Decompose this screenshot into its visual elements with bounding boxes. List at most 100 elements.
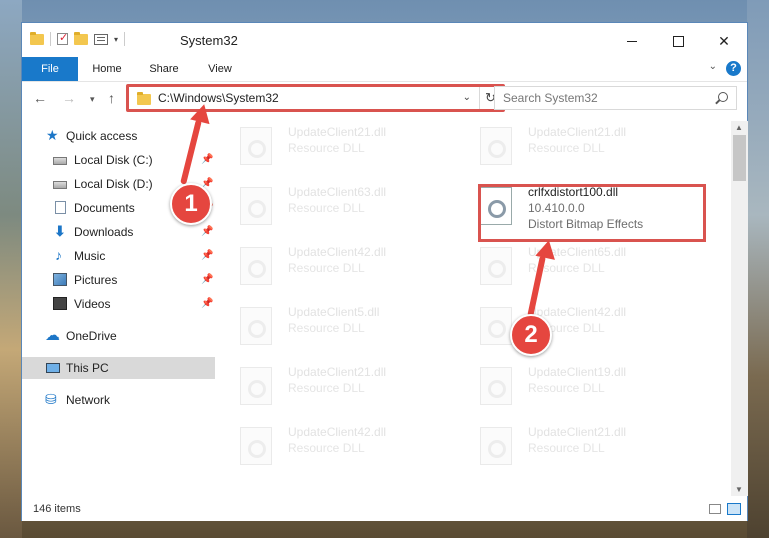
search-input[interactable]: Search System32 (494, 86, 737, 110)
toolbar-divider (50, 32, 51, 46)
dll-file-icon (240, 127, 272, 165)
file-item[interactable]: UpdateClient21.dll Resource DLL (470, 421, 702, 473)
nav-item-label: Downloads (74, 225, 134, 239)
dll-file-icon (240, 367, 272, 405)
file-item[interactable]: UpdateClient65.dll Resource DLL (470, 241, 702, 293)
back-arrow-icon[interactable]: ← (33, 90, 47, 106)
nav-item-label: Pictures (74, 273, 118, 287)
close-button[interactable]: ✕ (701, 23, 747, 59)
file-name: UpdateClient5.dll (288, 305, 380, 319)
dll-file-icon (480, 307, 512, 345)
nav-item-network[interactable]: ⛁ Network (22, 389, 215, 411)
forward-arrow-icon[interactable]: → (62, 90, 76, 106)
file-name: UpdateClient19.dll (528, 365, 627, 379)
nav-item-label: Videos (74, 297, 111, 311)
nav-item-onedrive[interactable]: ☁ OneDrive (22, 325, 215, 347)
pin-icon[interactable]: 📌 (201, 245, 213, 267)
explorer-window: ▾ System32 ✕ File Home Share View ⌄ ? ← … (21, 22, 748, 521)
computer-icon (46, 363, 60, 373)
dll-file-icon (480, 427, 512, 465)
step-badge-1: 1 (170, 183, 212, 225)
file-list: UpdateClient21.dll Resource DLL UpdateCl… (230, 121, 732, 493)
address-row: ← → ▾ ↑ C:\Windows\System32 ⌄ ↻ Search S… (22, 84, 747, 114)
details-view-icon[interactable] (709, 504, 721, 514)
file-highlight-box (478, 184, 706, 242)
nav-item-label: Network (66, 393, 111, 407)
dll-file-icon (240, 187, 272, 225)
view-options-icon[interactable] (94, 33, 108, 45)
minimize-icon (627, 40, 637, 42)
close-icon: ✕ (718, 32, 730, 49)
file-item[interactable]: UpdateClient42.dll Resource DLL (230, 241, 462, 293)
file-description: Resource DLL (288, 201, 365, 215)
file-item[interactable]: UpdateClient21.dll Resource DLL (230, 361, 462, 413)
file-item[interactable]: UpdateClient42.dll Resource DLL (230, 421, 462, 473)
annotation-arrowhead-2 (535, 238, 559, 260)
file-description: Resource DLL (288, 141, 365, 155)
properties-check-icon[interactable] (57, 31, 68, 45)
file-description: Resource DLL (528, 381, 605, 395)
file-item[interactable]: UpdateClient63.dll Resource DLL (230, 181, 462, 233)
nav-item-label: OneDrive (66, 329, 117, 343)
desktop-background-right (747, 0, 769, 538)
file-description: Resource DLL (528, 441, 605, 455)
file-item[interactable]: UpdateClient21.dll Resource DLL (230, 121, 462, 173)
file-item[interactable]: UpdateClient21.dll Resource DLL (470, 121, 702, 173)
dll-file-icon (240, 307, 272, 345)
search-icon[interactable] (718, 92, 728, 102)
cloud-icon: ☁ (45, 327, 60, 344)
file-name: UpdateClient21.dll (528, 125, 627, 139)
desktop-background-left (0, 0, 22, 538)
pin-icon[interactable]: 📌 (201, 149, 213, 171)
file-name: UpdateClient21.dll (288, 125, 387, 139)
tab-home[interactable]: Home (82, 57, 132, 81)
maximize-icon (672, 35, 684, 47)
status-bar: 146 items (22, 499, 747, 521)
nav-item-videos[interactable]: Videos 📌 (22, 293, 215, 315)
up-arrow-icon[interactable]: ↑ (108, 90, 115, 106)
nav-item-label: Music (74, 249, 106, 263)
pin-icon[interactable]: 📌 (201, 221, 213, 243)
vertical-scrollbar[interactable]: ▲ ▼ (731, 121, 748, 496)
nav-item-pictures[interactable]: Pictures 📌 (22, 269, 215, 291)
address-highlight-box (126, 84, 505, 112)
minimize-button[interactable] (609, 23, 655, 59)
nav-item-label: This PC (66, 361, 109, 375)
tab-view[interactable]: View (195, 57, 245, 81)
file-description: Resource DLL (288, 321, 365, 335)
customize-chevron-down-icon[interactable]: ▾ (114, 35, 118, 44)
folder-icon (30, 31, 44, 45)
new-folder-icon[interactable] (74, 31, 88, 45)
quick-access-toolbar: ▾ (30, 31, 126, 46)
download-arrow-icon: ⬇ (54, 223, 66, 239)
help-icon[interactable]: ? (726, 61, 741, 76)
file-description: Resource DLL (288, 441, 365, 455)
pin-icon[interactable]: 📌 (201, 293, 213, 315)
file-item[interactable]: UpdateClient42.dll Resource DLL (470, 301, 702, 353)
file-name: UpdateClient63.dll (288, 185, 387, 199)
tab-share[interactable]: Share (139, 57, 189, 81)
scroll-down-icon[interactable]: ▼ (735, 485, 743, 494)
dll-file-icon (480, 127, 512, 165)
file-item[interactable]: UpdateClient5.dll Resource DLL (230, 301, 462, 353)
scroll-thumb[interactable] (733, 135, 746, 181)
maximize-button[interactable] (655, 23, 701, 59)
film-icon (53, 297, 67, 310)
recent-locations-chevron-icon[interactable]: ▾ (90, 94, 95, 105)
expand-ribbon-chevron-icon[interactable]: ⌄ (709, 61, 717, 72)
nav-item-quick-access[interactable]: ★ Quick access (22, 125, 215, 147)
pictures-icon (53, 273, 67, 286)
hard-drive-icon (53, 181, 67, 189)
scroll-up-icon[interactable]: ▲ (735, 123, 743, 132)
nav-item-music[interactable]: ♪ Music 📌 (22, 245, 215, 267)
nav-item-this-pc[interactable]: This PC (22, 357, 215, 379)
tiles-view-icon[interactable] (727, 503, 741, 515)
step-badge-2: 2 (510, 314, 552, 356)
window-title: System32 (180, 33, 238, 48)
pin-icon[interactable]: 📌 (201, 269, 213, 291)
file-description: Resource DLL (288, 381, 365, 395)
file-item[interactable]: UpdateClient19.dll Resource DLL (470, 361, 702, 413)
nav-item-label: Documents (74, 201, 135, 215)
tab-file[interactable]: File (22, 57, 78, 81)
file-name: UpdateClient42.dll (288, 245, 387, 259)
